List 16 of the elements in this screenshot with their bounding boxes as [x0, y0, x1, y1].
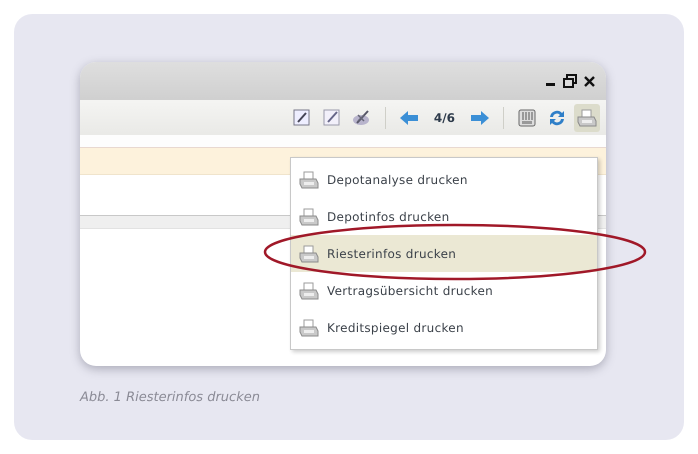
menu-item[interactable]: Depotanalyse drucken	[291, 161, 597, 198]
menu-item[interactable]: Kreditspiegel drucken	[291, 309, 597, 346]
printer-icon	[299, 318, 319, 336]
printer-icon	[299, 170, 319, 188]
close-icon[interactable]	[583, 74, 596, 88]
printer-icon	[577, 108, 597, 126]
printer-icon	[299, 244, 319, 262]
figure-caption: Abb. 1 Riesterinfos drucken	[80, 390, 261, 405]
restore-icon[interactable]	[563, 74, 577, 88]
print-button[interactable]	[574, 104, 600, 132]
printer-icon	[299, 208, 319, 226]
menu-item[interactable]: Vertragsübersicht drucken	[291, 272, 597, 309]
menu-item[interactable]: Depotinfos drucken	[291, 198, 597, 235]
menu-item[interactable]: Riesterinfos drucken	[291, 235, 597, 272]
printer-icon	[299, 282, 319, 300]
record-pager: 4/6	[434, 110, 455, 124]
